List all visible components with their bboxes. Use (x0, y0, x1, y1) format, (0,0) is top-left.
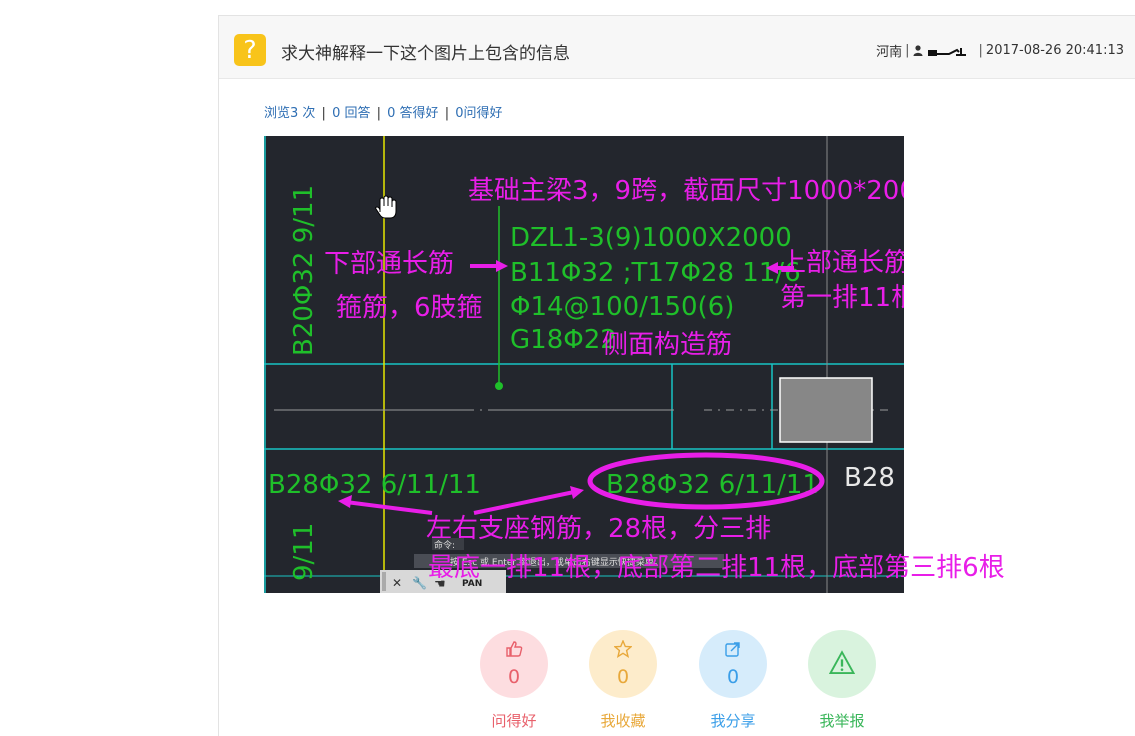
question-image[interactable]: DZL1-3(9)1000X2000 B11Φ32 ;T17Φ28 11/6 Φ… (264, 136, 904, 593)
top-through-label-2: 第一排11根，第二排6根 (780, 283, 904, 313)
good-answers-count: 0 答得好 (387, 106, 439, 121)
question-meta: 河南 | | 2017-08-26 20:41:13 (876, 41, 1124, 60)
report-label: 我举报 (819, 712, 865, 730)
views-count: 浏览3 次 (264, 106, 316, 121)
report-circle[interactable] (808, 630, 876, 698)
question-title: 求大神解释一下这个图片上包含的信息 (281, 44, 570, 64)
location-text: 河南 (876, 45, 903, 60)
share-button[interactable]: 0 我分享 (699, 630, 767, 731)
star-icon (614, 640, 632, 658)
bottom-bar-text: B11Φ32 ;T17Φ28 11/6 (510, 258, 801, 288)
wrench-icon[interactable]: 🔧 (412, 575, 427, 590)
answers-link[interactable]: 0 回答 (332, 106, 370, 121)
meta-separator: | (905, 43, 910, 58)
meta-separator: | (978, 43, 983, 58)
support-right-text: B28 (844, 463, 895, 493)
good-questions-count: 0问得好 (455, 106, 503, 121)
favorite-button[interactable]: 0 我收藏 (589, 630, 657, 731)
user-icon (913, 45, 923, 56)
report-button[interactable]: 我举报 (808, 630, 876, 731)
top-through-label-1: 上部通长筋17根，分两排， (780, 248, 904, 278)
favorite-label: 我收藏 (600, 712, 646, 730)
support-mid-text: B28Φ32 6/11/11 (606, 470, 819, 500)
close-icon[interactable]: ✕ (392, 576, 402, 590)
support-label-2: 最底一排11根，底部第二排11根，底部第三排6根 (428, 553, 1005, 583)
good-question-button[interactable]: 0 问得好 (480, 630, 548, 731)
question-stats: 浏览3 次 | 0 回答 | 0 答得好 | 0问得好 (264, 106, 503, 121)
vertical-mark-text: B20Φ32 9/11 (289, 185, 319, 356)
thumbs-up-icon (506, 641, 523, 657)
stirrup-label: 箍筋，6肢箍 (336, 293, 483, 323)
username-redacted[interactable] (927, 45, 975, 57)
share-circle[interactable]: 0 (699, 630, 767, 698)
question-header: ? 求大神解释一下这个图片上包含的信息 河南 | | 2017-08-26 20… (219, 16, 1135, 79)
good-question-circle[interactable]: 0 (480, 630, 548, 698)
share-icon (725, 642, 740, 657)
support-label-2-overlay: 最底一排11根，底部第二排11根，底部第三排6根 (428, 553, 1005, 583)
share-count: 0 (726, 666, 740, 688)
good-question-count: 0 (507, 666, 521, 688)
stirrup-text: Φ14@100/150(6) (510, 292, 734, 322)
side-bar-label: 侧面构造筋 (602, 330, 732, 360)
action-buttons: 0 问得好 0 我收藏 0 我分享 我举报 (480, 630, 900, 730)
hand-cursor-icon (375, 195, 397, 219)
question-mark-icon: ? (234, 34, 266, 66)
beam-mark-text: DZL1-3(9)1000X2000 (510, 223, 792, 253)
favorite-count: 0 (616, 666, 630, 688)
warning-icon (829, 650, 855, 675)
share-label: 我分享 (710, 712, 756, 730)
datetime-text: 2017-08-26 20:41:13 (985, 43, 1124, 58)
support-label-1: 左右支座钢筋，28根，分三排 (426, 514, 771, 544)
bottom-through-label: 下部通长筋 (324, 249, 454, 279)
side-bar-text: G18Φ22 (510, 325, 617, 355)
support-left-text: B28Φ32 6/11/11 (268, 470, 481, 500)
beam-annotation: 基础主梁3，9跨，截面尺寸1000*2000 (468, 176, 904, 206)
favorite-circle[interactable]: 0 (589, 630, 657, 698)
vertical-mark-bottom-text: 9/11 (289, 523, 319, 581)
good-question-label: 问得好 (491, 712, 537, 730)
